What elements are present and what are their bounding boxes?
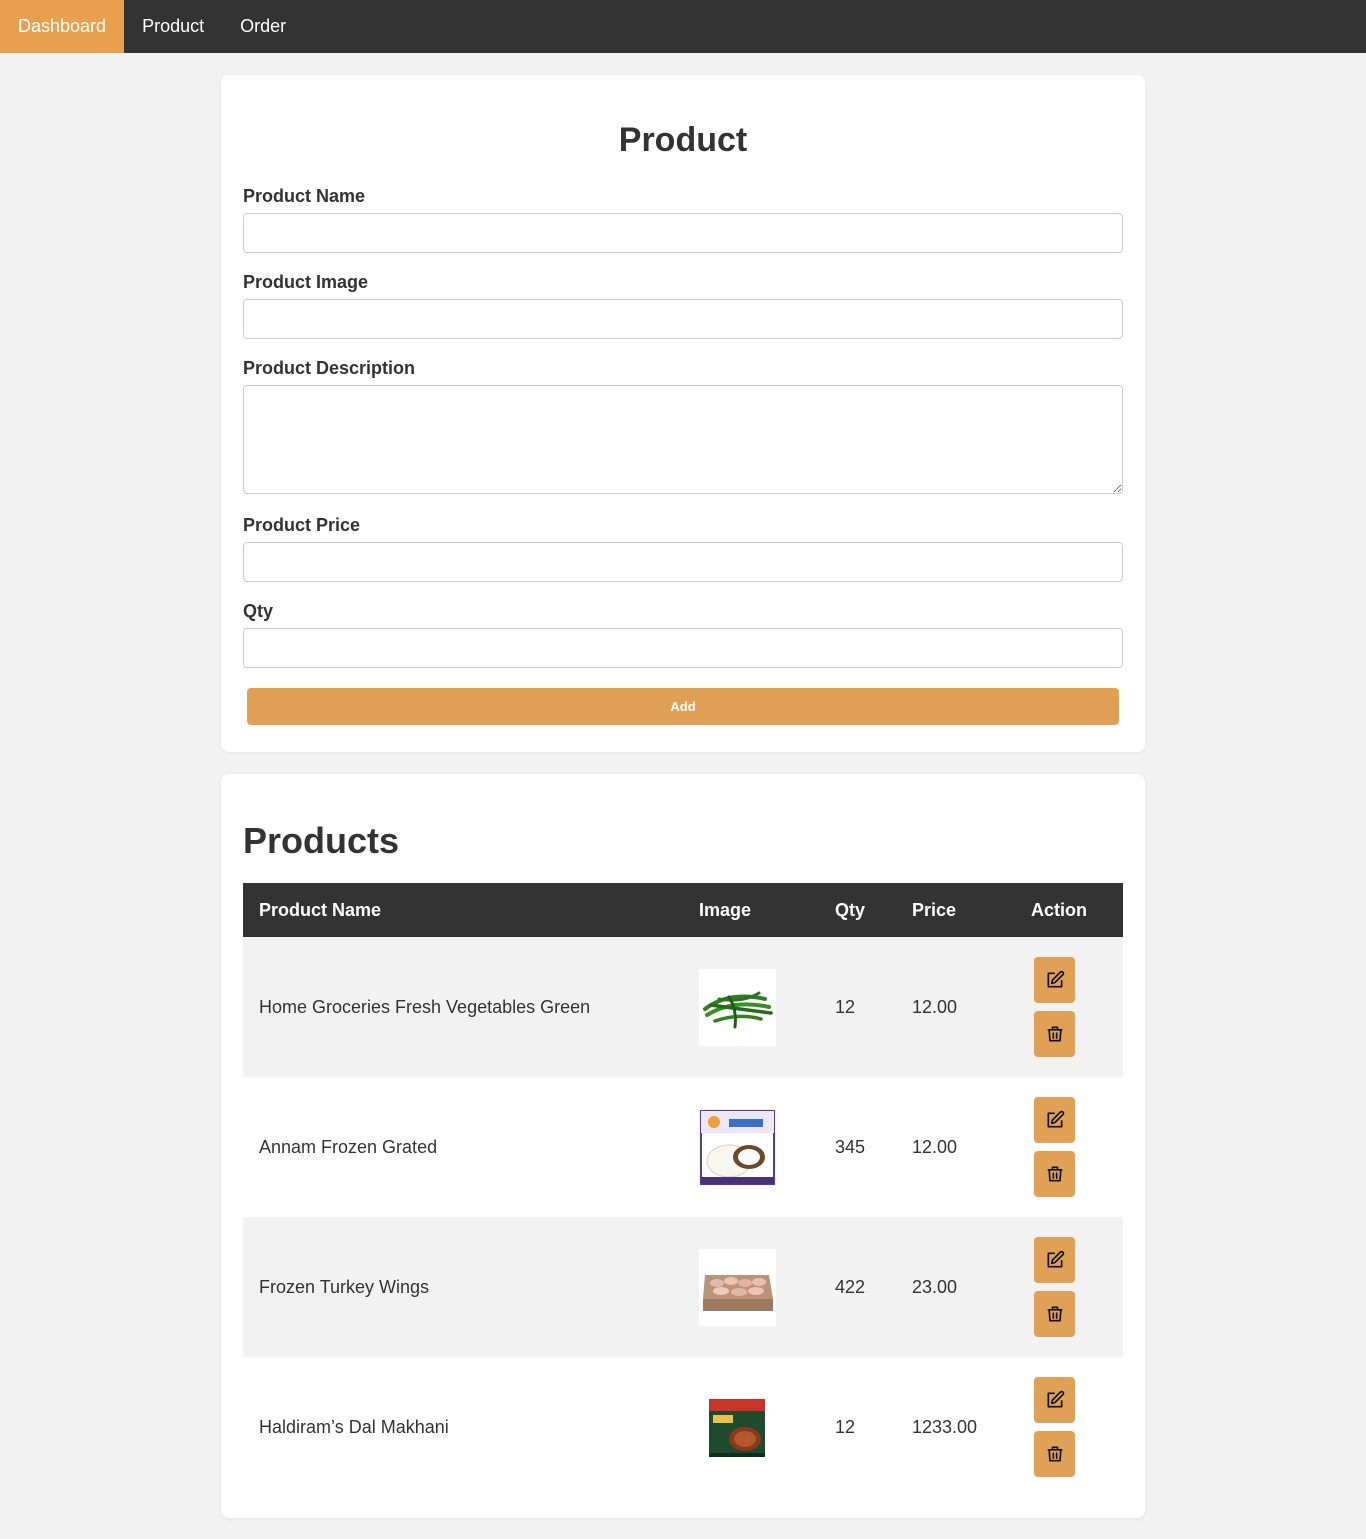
products-table-card: Products Product Name Image Qty Price Ac… — [221, 774, 1145, 1518]
trash-icon — [1047, 1166, 1062, 1182]
nav-product[interactable]: Product — [124, 0, 222, 53]
edit-button[interactable] — [1034, 1097, 1075, 1143]
qty-cell: 12 — [835, 996, 856, 1017]
header-image: Image — [699, 899, 752, 920]
header-product-name: Product Name — [259, 899, 382, 920]
table-header-row: Product Name Image Qty Price Action — [243, 883, 1123, 937]
edit-icon — [1047, 1110, 1064, 1128]
product-image-label: Product Image — [243, 272, 369, 292]
products-table: Product Name Image Qty Price Action Home… — [243, 883, 1123, 1497]
qty-cell: 345 — [835, 1136, 866, 1157]
price-cell: 1233.00 — [912, 1416, 978, 1437]
product-description-input[interactable] — [243, 385, 1123, 494]
product-price-label: Product Price — [243, 515, 361, 535]
table-row: Home Groceries Fresh Vegetables Green 12… — [243, 937, 1123, 1077]
form-title: Product — [618, 121, 748, 159]
qty-input[interactable] — [243, 628, 1123, 668]
header-action: Action — [1031, 899, 1087, 920]
edit-icon — [1047, 1390, 1064, 1408]
edit-icon — [1047, 970, 1064, 988]
qty-label: Qty — [243, 601, 274, 621]
table-row: Annam Frozen Grated 345 12.00 — [243, 1077, 1123, 1217]
product-price-input[interactable] — [243, 542, 1123, 582]
add-button[interactable]: Add — [247, 688, 1119, 725]
product-description-label: Product Description — [243, 358, 416, 378]
product-name-input[interactable] — [243, 213, 1123, 253]
product-form-card: Product Product Name Product Image Produ… — [221, 75, 1145, 752]
product-name-cell: Home Groceries Fresh Vegetables Green — [259, 996, 591, 1017]
edit-button[interactable] — [1034, 1377, 1075, 1423]
product-name-cell: Frozen Turkey Wings — [259, 1276, 430, 1297]
product-name-cell: Haldiram’s Dal Makhani — [259, 1416, 449, 1437]
delete-button[interactable] — [1034, 1291, 1075, 1337]
nav-order[interactable]: Order — [222, 0, 304, 53]
grated-coconut-pack-image — [699, 1108, 776, 1186]
price-cell: 23.00 — [912, 1276, 958, 1297]
products-title: Products — [243, 820, 400, 861]
green-chilli-image — [699, 968, 776, 1046]
trash-icon — [1047, 1026, 1062, 1042]
trash-icon — [1047, 1306, 1062, 1322]
nav-dashboard[interactable]: Dashboard — [0, 0, 125, 53]
price-cell: 12.00 — [912, 1136, 958, 1157]
qty-cell: 12 — [835, 1416, 856, 1437]
edit-button[interactable] — [1034, 957, 1075, 1003]
table-row: Haldiram’s Dal Makhani 12 1233.00 — [243, 1357, 1123, 1497]
top-navigation: Dashboard Product Order — [0, 0, 1366, 53]
price-cell: 12.00 — [912, 996, 958, 1017]
turkey-wings-box-image — [699, 1248, 776, 1326]
delete-button[interactable] — [1034, 1151, 1075, 1197]
qty-cell: 422 — [835, 1276, 866, 1297]
delete-button[interactable] — [1034, 1011, 1075, 1057]
trash-icon — [1047, 1446, 1062, 1462]
delete-button[interactable] — [1034, 1431, 1075, 1477]
header-qty: Qty — [835, 899, 866, 920]
edit-button[interactable] — [1034, 1237, 1075, 1283]
edit-icon — [1047, 1250, 1064, 1268]
table-row: Frozen Turkey Wings 422 23.00 — [243, 1217, 1123, 1357]
product-image-input[interactable] — [243, 299, 1123, 339]
header-price: Price — [912, 899, 957, 920]
dal-makhani-pack-image — [699, 1388, 776, 1466]
product-name-label: Product Name — [243, 186, 366, 206]
product-name-cell: Annam Frozen Grated — [259, 1136, 438, 1157]
